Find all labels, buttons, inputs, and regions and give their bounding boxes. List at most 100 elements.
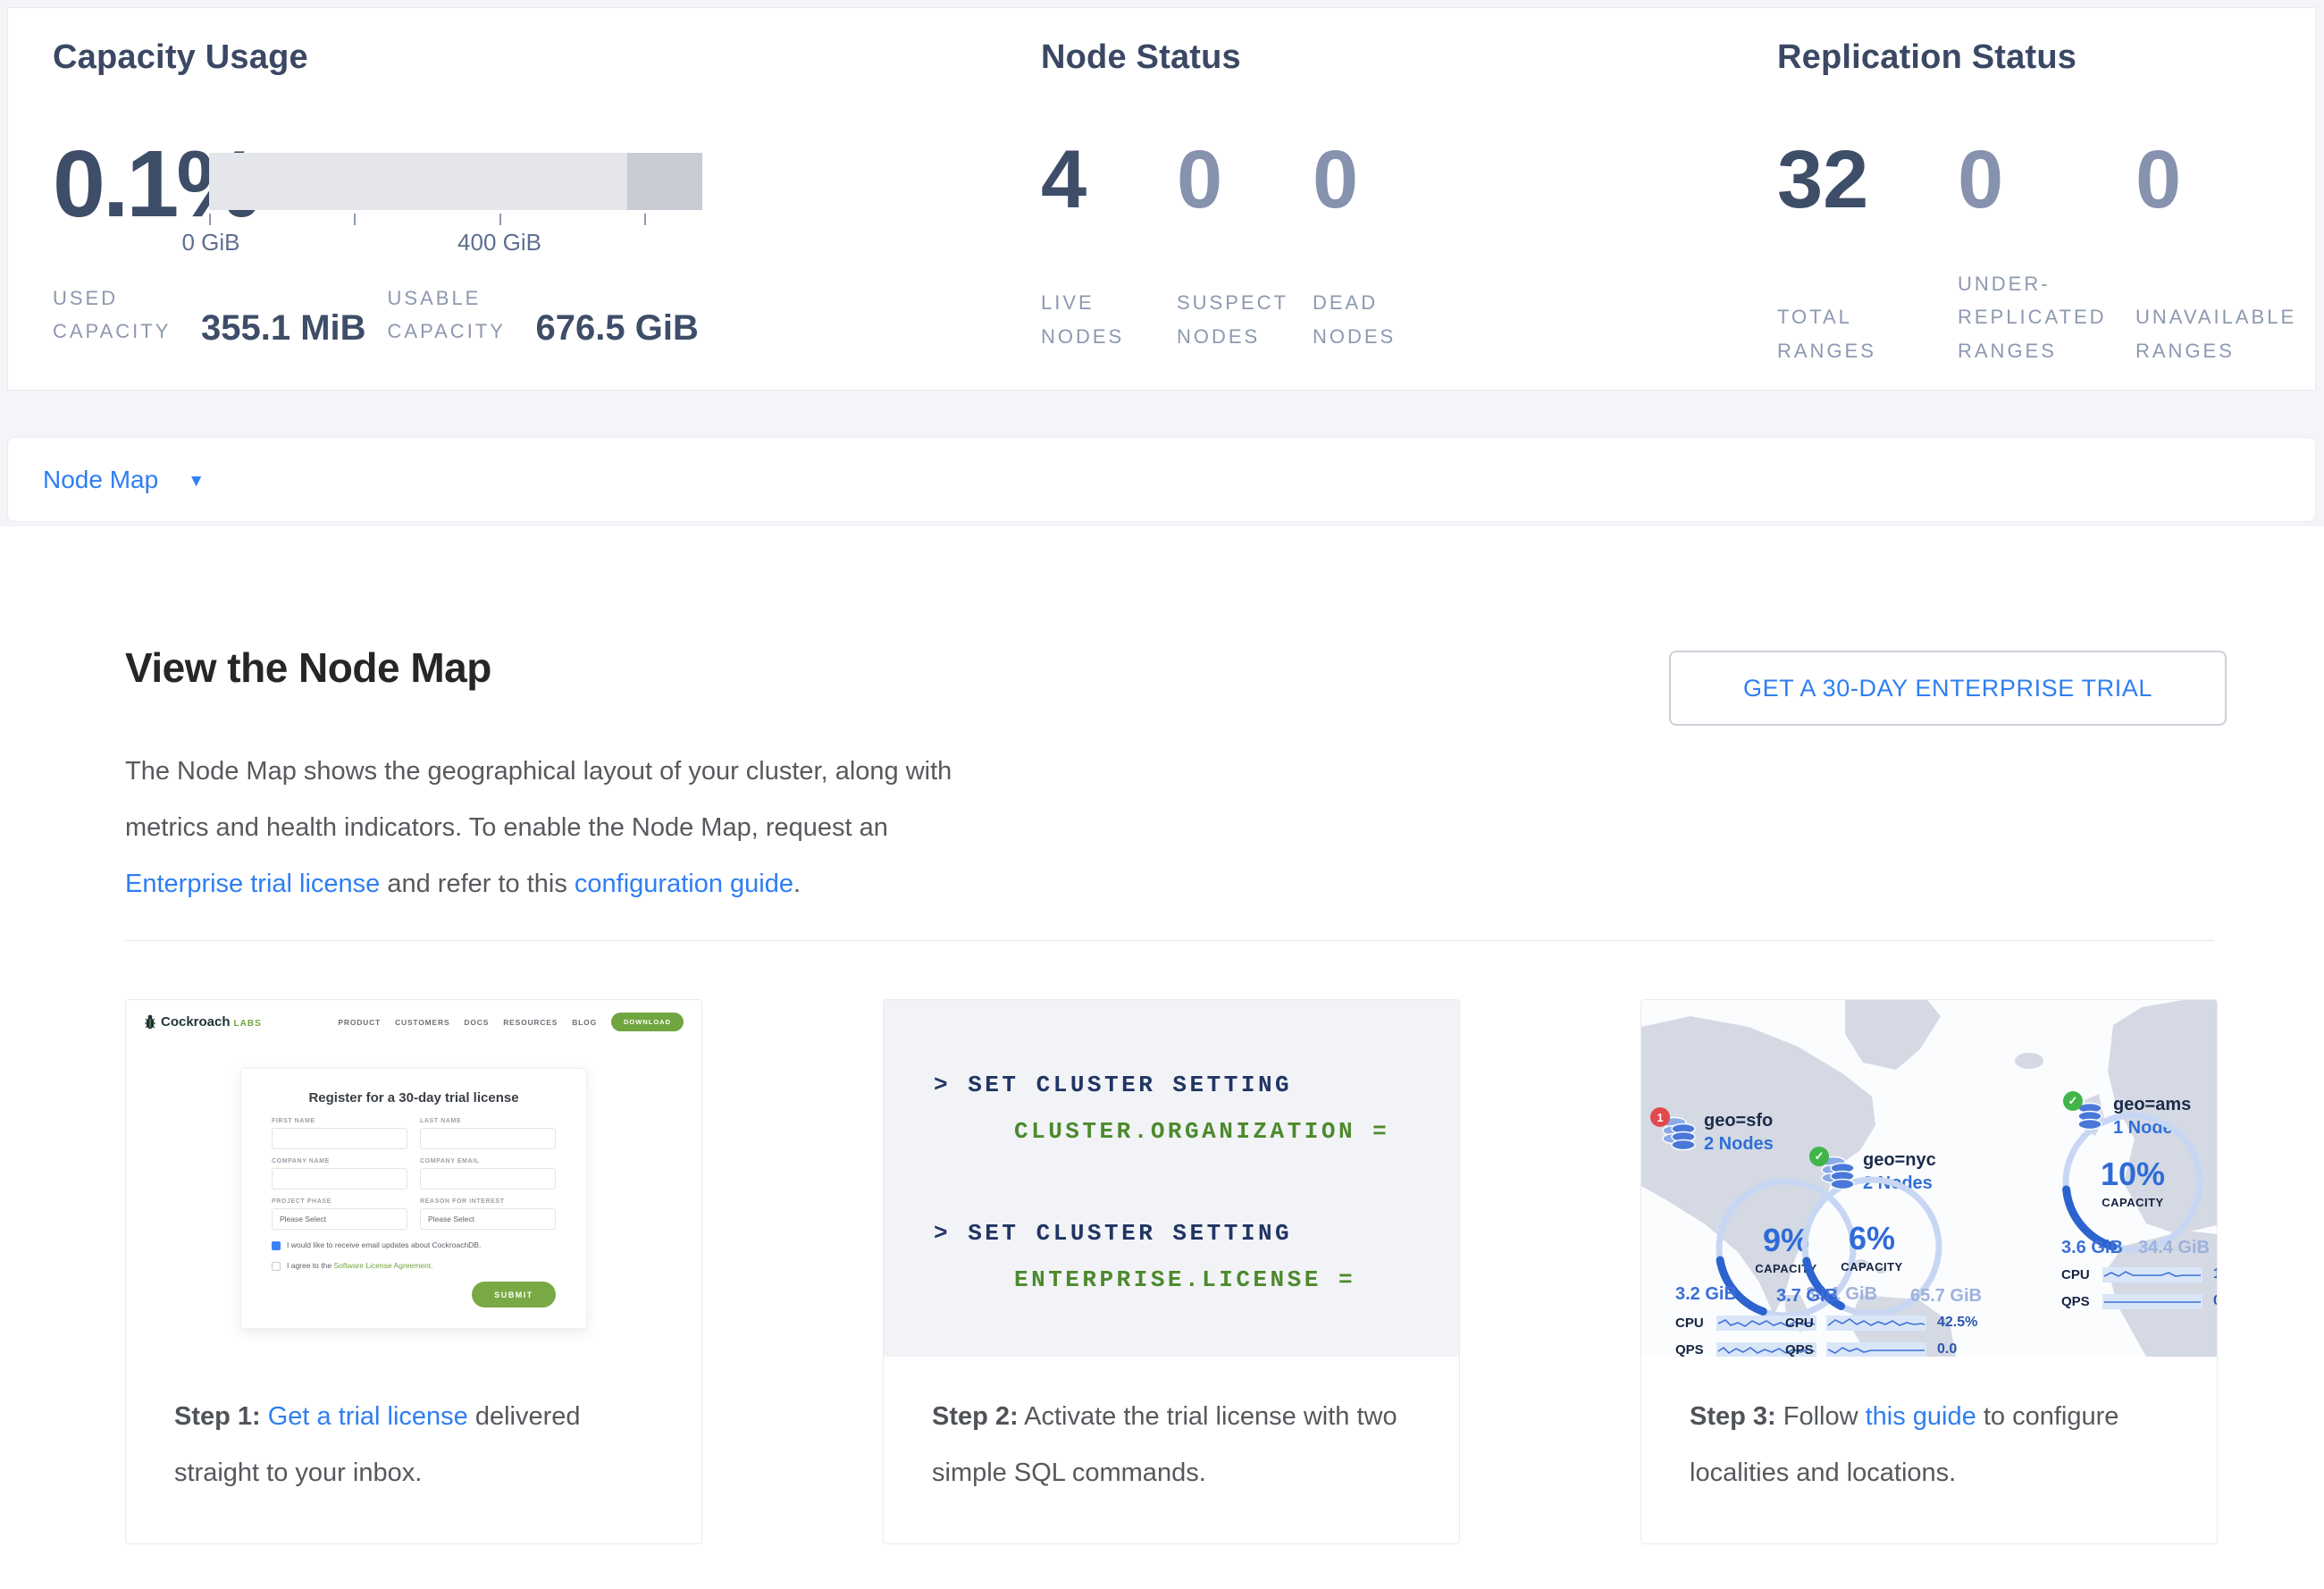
step2-caption: Step 2: Activate the trial license with … xyxy=(884,1357,1459,1501)
step1-card: Cockroach LABS PRODUCT CUSTOMERS DOCS RE… xyxy=(125,999,702,1544)
logo-text-secondary: LABS xyxy=(234,1019,262,1029)
cpu-label: CPU xyxy=(1675,1316,1716,1331)
intro-text-3: . xyxy=(793,870,801,898)
license-agreement-checkbox-row: I agree to the Software License Agreemen… xyxy=(272,1261,556,1271)
intro-text-2: and refer to this xyxy=(380,870,575,898)
company-name-field xyxy=(272,1168,407,1190)
this-guide-link[interactable]: this guide xyxy=(1866,1402,1976,1431)
dead-nodes-label: DEAD NODES xyxy=(1313,286,1430,353)
agreement-text: I agree to the xyxy=(287,1261,333,1270)
replication-status-section: Replication Status 32 0 0 TOTAL RANGES U… xyxy=(1777,8,2324,391)
used-gib: 3.7 GiB xyxy=(1776,1286,1838,1307)
download-button: DOWNLOAD xyxy=(611,1013,684,1031)
axis-label-0gib: 0 GiB xyxy=(181,229,239,256)
cpu-value: 12.3% xyxy=(2213,1266,2217,1282)
page-title: View the Node Map xyxy=(125,643,491,692)
reason-select: Please Select xyxy=(420,1208,556,1230)
locality-name: geo=sfo xyxy=(1704,1111,1774,1131)
qps-value: 0.0 xyxy=(2213,1293,2217,1309)
used-capacity-label: USED CAPACITY xyxy=(53,282,189,349)
step3-label: Step 3: xyxy=(1690,1402,1776,1431)
license-agreement-link: Software License Agreement. xyxy=(333,1261,432,1270)
checkbox-empty-icon xyxy=(272,1262,281,1271)
capacity-bar: 0 GiB 400 GiB xyxy=(209,153,702,257)
step3-card: 1 geo=sfo 2 Nodes xyxy=(1640,999,2218,1544)
trial-registration-form: Register for a 30-day trial license FIRS… xyxy=(240,1068,587,1329)
replication-values: 32 0 0 xyxy=(1777,139,2313,221)
project-phase-select: Please Select xyxy=(272,1208,407,1230)
suspect-nodes-label: SUSPECT NODES xyxy=(1177,286,1295,353)
nav-docs: DOCS xyxy=(464,1018,489,1027)
replication-status-title: Replication Status xyxy=(1777,38,2076,77)
cpu-value: 42.5% xyxy=(1937,1315,1977,1331)
dead-nodes-value: 0 xyxy=(1313,139,1448,221)
under-replicated-ranges-label: UNDER-REPLICATED RANGES xyxy=(1958,267,2120,367)
configuration-guide-link[interactable]: configuration guide xyxy=(575,870,793,898)
qps-sparkline xyxy=(1826,1342,1926,1358)
sql-line-3: > SET CLUSTER SETTING xyxy=(884,1220,1459,1247)
capacity-caption: CAPACITY xyxy=(2102,1196,2163,1209)
under-replicated-ranges-value: 0 xyxy=(1958,139,2135,221)
step2-card: > SET CLUSTER SETTING CLUSTER.ORGANIZATI… xyxy=(883,999,1460,1544)
qps-sparkline xyxy=(2102,1294,2202,1309)
email-updates-text: I would like to receive email updates ab… xyxy=(287,1240,481,1249)
first-name-field xyxy=(272,1128,407,1149)
total-ranges-value: 32 xyxy=(1777,139,1958,221)
live-nodes-label: LIVE NODES xyxy=(1041,286,1159,353)
form-fields: FIRST NAME LAST NAME COMPANY NAME C xyxy=(272,1118,556,1230)
cpu-sparkline xyxy=(2102,1267,2202,1282)
unavailable-ranges-label: UNAVAILABLE RANGES xyxy=(2135,300,2298,367)
intro-paragraph: The Node Map shows the geographical layo… xyxy=(125,744,974,912)
locality-name: geo=nyc xyxy=(1863,1150,1936,1171)
sql-line-4: ENTERPRISE.LICENSE = xyxy=(884,1266,1459,1293)
live-nodes-value: 4 xyxy=(1041,139,1177,221)
sql-commands-illustration: > SET CLUSTER SETTING CLUSTER.ORGANIZATI… xyxy=(884,1000,1459,1357)
healthy-badge-icon: ✓ xyxy=(2063,1091,2083,1111)
company-email-label: COMPANY EMAIL xyxy=(420,1158,556,1164)
usable-capacity-value: 676.5 GiB xyxy=(536,307,699,349)
sql-line-2: CLUSTER.ORGANIZATION = xyxy=(884,1118,1459,1145)
nodemap-preview: 1 geo=sfo 2 Nodes xyxy=(1641,1000,2217,1357)
nav-resources: RESOURCES xyxy=(503,1018,558,1027)
suspect-nodes-value: 0 xyxy=(1177,139,1313,221)
map-node-nyc: ✓ geo=nyc 2 Nodes xyxy=(1808,1122,2031,1357)
enterprise-trial-button[interactable]: GET A 30-DAY ENTERPRISE TRIAL xyxy=(1669,651,2227,726)
step3-caption: Step 3: Follow this guide to configure l… xyxy=(1641,1357,2217,1501)
project-phase-label: PROJECT PHASE xyxy=(272,1198,407,1205)
total-gib: 34.4 GiB xyxy=(2138,1238,2210,1258)
trial-site-screenshot: Cockroach LABS PRODUCT CUSTOMERS DOCS RE… xyxy=(126,1000,701,1357)
capacity-bar-track xyxy=(209,153,702,210)
total-gib: 65.7 GiB xyxy=(1910,1286,1982,1307)
cockroach-bug-icon xyxy=(144,1014,156,1030)
company-name-label: COMPANY NAME xyxy=(272,1158,407,1164)
cpu-label: CPU xyxy=(1785,1316,1826,1331)
used-gib: 3.6 GiB xyxy=(2061,1238,2123,1258)
capacity-stats: USED CAPACITY 355.1 MiB USABLE CAPACITY … xyxy=(53,282,699,349)
qps-label: QPS xyxy=(1785,1342,1826,1358)
capacity-caption: CAPACITY xyxy=(1841,1260,1902,1274)
used-gib: 3.2 GiB xyxy=(1675,1284,1737,1305)
nodemap-view-selector[interactable]: Node Map ▼ xyxy=(7,437,2316,522)
node-status-section: Node Status 4 0 0 LIVE NODES SUSPECT NOD… xyxy=(1041,8,1506,391)
last-name-field xyxy=(420,1128,556,1149)
capacity-percent: 6% xyxy=(1849,1220,1895,1257)
node-status-title: Node Status xyxy=(1041,38,1241,77)
chevron-down-icon[interactable]: ▼ xyxy=(188,472,205,492)
cockroach-labs-logo: Cockroach LABS xyxy=(144,1014,262,1030)
trial-site-header: Cockroach LABS PRODUCT CUSTOMERS DOCS RE… xyxy=(144,1013,684,1031)
node-count: 2 Nodes xyxy=(1704,1134,1774,1155)
node-status-values: 4 0 0 xyxy=(1041,139,1448,221)
get-trial-license-link[interactable]: Get a trial license xyxy=(268,1402,468,1431)
enterprise-trial-license-link[interactable]: Enterprise trial license xyxy=(125,870,380,898)
reason-label: REASON FOR INTEREST xyxy=(420,1198,556,1205)
step1-caption: Step 1: Get a trial license delivered st… xyxy=(126,1357,701,1501)
capacity-usage-title: Capacity Usage xyxy=(53,38,308,77)
unavailable-ranges-value: 0 xyxy=(2135,139,2313,221)
nav-customers: CUSTOMERS xyxy=(395,1018,449,1027)
cpu-sparkline xyxy=(1826,1316,1926,1331)
submit-button: SUBMIT xyxy=(472,1282,556,1307)
last-name-label: LAST NAME xyxy=(420,1118,556,1124)
section-divider xyxy=(125,940,2214,941)
nodemap-selector-label[interactable]: Node Map xyxy=(43,466,158,494)
first-name-label: FIRST NAME xyxy=(272,1118,407,1124)
